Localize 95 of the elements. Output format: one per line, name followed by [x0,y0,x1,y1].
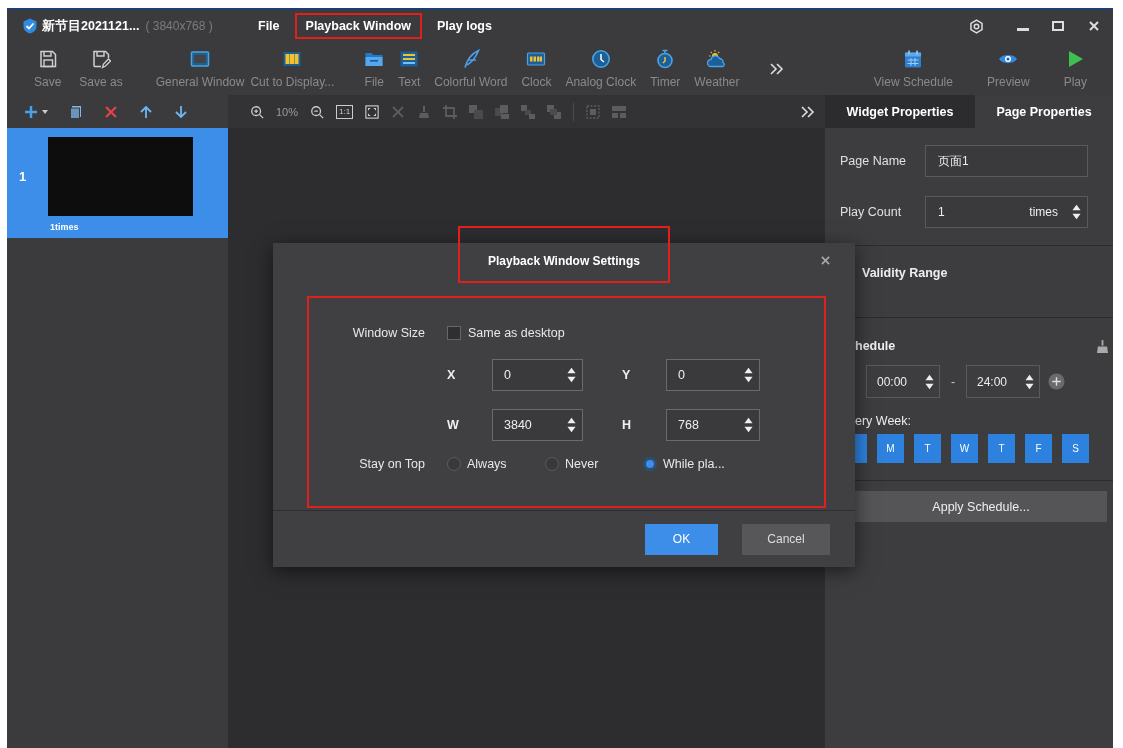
spinner-arrows-icon[interactable] [1072,203,1081,221]
arrow-up-icon[interactable] [139,104,153,119]
day-button[interactable]: T [914,434,941,463]
caret-icon[interactable] [42,109,48,114]
floppy-pencil-icon [91,48,112,69]
page-label: 1times [50,222,79,234]
checkbox-label[interactable]: Same as desktop [468,326,565,340]
stopwatch-icon [655,48,676,69]
day-button[interactable]: F [1025,434,1052,463]
field-label: Y [622,368,631,382]
field-label: X [447,368,456,382]
window-frame-icon [190,48,211,69]
spinner-arrows-icon[interactable] [567,415,576,435]
dialog-button[interactable]: Cancel [742,523,830,555]
toolbar-button[interactable]: General Window [155,42,245,95]
toolbar-button[interactable]: Save [34,42,62,95]
zoom-out-icon[interactable] [310,104,325,119]
toolbar-button[interactable]: Preview [986,42,1030,95]
menu-item[interactable]: Playback Window [294,13,422,39]
plus-icon[interactable] [24,104,38,119]
spinner-arrows-icon[interactable] [744,415,753,435]
plus-circle-icon[interactable] [1048,373,1065,390]
toolbar-button[interactable]: Save as [79,42,123,95]
radio-button[interactable] [545,457,559,471]
window-title: 新节目2021121... [42,17,140,35]
play-count-field[interactable]: 1 times [925,196,1088,228]
x-mark-icon[interactable] [104,104,118,119]
actual-size-button[interactable]: 1:1 [336,104,354,119]
minimize-icon[interactable] [1017,27,1029,31]
radio-label[interactable]: Always [467,457,507,471]
radio-button[interactable] [643,457,657,471]
apply-schedule-button[interactable]: Apply Schedule... [855,491,1107,522]
spinner-arrows-icon[interactable] [567,365,576,385]
spinner-arrows-icon[interactable] [744,365,753,385]
unit-label: times [1029,205,1058,219]
page-number: 1 [19,169,27,184]
section-title: hedule [855,339,896,353]
arrow-down-icon[interactable] [174,104,188,119]
range-separator: - [951,374,955,389]
radio-label[interactable]: Never [565,457,599,471]
spinner-arrows-icon[interactable] [1025,372,1034,391]
section-title: Validity Range [862,266,948,280]
toolbar-button[interactable]: Colorful Word [434,42,508,95]
menu-item[interactable]: Play logs [426,13,503,39]
broom-icon[interactable] [1097,339,1108,353]
tab[interactable]: Page Properties [975,95,1113,128]
calendar-icon [903,48,924,69]
check-badge-icon [22,18,38,34]
fit-screen-icon[interactable] [365,104,380,119]
toolbar-button[interactable]: Timer [650,42,681,95]
clock-icon [590,48,611,69]
day-button[interactable]: M [877,434,904,463]
checkbox[interactable] [447,326,461,340]
day-button[interactable]: W [951,434,978,463]
double-chevron-icon[interactable] [769,62,784,75]
number-field[interactable]: 3840 [492,409,583,441]
toolbar-button[interactable]: File [364,42,385,95]
settings-icon[interactable] [969,18,984,34]
number-field[interactable]: 0 [666,359,760,391]
time-field[interactable]: 00:00 [866,365,940,398]
page-list-item[interactable]: 1 1times [7,128,228,238]
double-chevron-icon[interactable] [801,105,815,118]
field-label: H [622,418,632,432]
copy-icon[interactable] [69,104,83,119]
field-label: W [447,418,459,432]
sun-cloud-icon [706,48,727,69]
maximize-icon[interactable] [1052,21,1064,31]
field-label: Play Count [840,205,903,219]
radio-label[interactable]: While pla... [663,457,725,471]
time-field[interactable]: 24:00 [966,365,1040,398]
toolbar-button[interactable]: Text [398,42,421,95]
number-field[interactable]: 0 [492,359,583,391]
field-label: Page Name [840,154,907,168]
resolution-label: ( 3840x768 ) [145,19,213,33]
menu-item[interactable]: File [247,13,291,39]
day-button[interactable]: S [1062,434,1089,463]
spinner-arrows-icon[interactable] [925,372,934,391]
zoom-level: 10% [276,105,299,118]
field-label: ery Week: [855,414,912,428]
dialog-button[interactable]: OK [645,523,718,555]
toolbar-button[interactable]: Cut to Display... [250,42,335,95]
field-label: Window Size [351,326,426,340]
field-label: Stay on Top [358,457,426,471]
dialog-title: Playback Window Settings [488,254,640,268]
close-icon[interactable] [821,256,830,265]
zoom-in-icon[interactable] [250,104,264,119]
day-button[interactable]: T [988,434,1015,463]
toolbar-button[interactable]: Play [1063,42,1087,95]
number-field[interactable]: 768 [666,409,760,441]
toolbar-button[interactable]: Weather [694,42,740,95]
page-name-field[interactable]: 页面1 [925,145,1088,177]
radio-button[interactable] [447,457,461,471]
toolbar-button[interactable]: View Schedule [873,42,953,95]
toolbar-button[interactable]: Clock [521,42,552,95]
toolbar-button[interactable]: Analog Clock [565,42,637,95]
